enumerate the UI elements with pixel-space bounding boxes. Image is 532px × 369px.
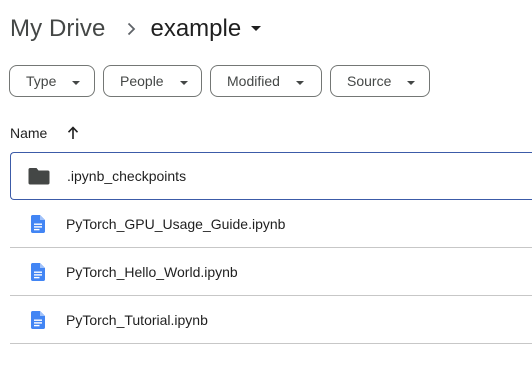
breadcrumb-my-drive[interactable]: My Drive bbox=[10, 15, 105, 43]
document-icon bbox=[10, 310, 66, 329]
file-name: .ipynb_checkpoints bbox=[67, 168, 187, 184]
file-row[interactable]: .ipynb_checkpoints bbox=[10, 152, 532, 200]
file-list: .ipynb_checkpoints PyTorch_GPU_Usage_Gui… bbox=[10, 152, 532, 344]
modified-filter-chip[interactable]: Modified bbox=[210, 65, 322, 97]
file-row[interactable]: PyTorch_GPU_Usage_Guide.ipynb bbox=[10, 200, 532, 248]
file-name: PyTorch_Tutorial.ipynb bbox=[66, 311, 208, 328]
document-icon bbox=[10, 262, 66, 281]
file-row[interactable]: PyTorch_Tutorial.ipynb bbox=[10, 296, 532, 344]
caret-down-icon bbox=[179, 73, 188, 89]
sort-ascending-icon[interactable] bbox=[67, 126, 79, 140]
name-column-header[interactable]: Name bbox=[10, 125, 47, 141]
file-row[interactable]: PyTorch_Hello_World.ipynb bbox=[10, 248, 532, 296]
caret-down-icon bbox=[72, 73, 81, 89]
drive-file-list-page: My Drive example Type People Modified So… bbox=[0, 0, 532, 369]
people-filter-chip[interactable]: People bbox=[103, 65, 202, 97]
breadcrumb-current-label: example bbox=[150, 15, 242, 42]
caret-down-icon bbox=[295, 73, 304, 89]
folder-icon bbox=[11, 167, 67, 185]
document-icon bbox=[10, 214, 66, 233]
caret-down-icon bbox=[407, 73, 416, 89]
list-header: Name bbox=[10, 120, 79, 146]
chip-label: Modified bbox=[227, 73, 280, 89]
caret-down-icon bbox=[251, 26, 262, 32]
chip-label: Source bbox=[347, 73, 392, 89]
breadcrumb-current-folder-button[interactable]: example bbox=[150, 15, 262, 43]
type-filter-chip[interactable]: Type bbox=[9, 65, 95, 97]
chip-label: People bbox=[120, 73, 164, 89]
source-filter-chip[interactable]: Source bbox=[330, 65, 430, 97]
breadcrumb: My Drive example bbox=[10, 11, 262, 47]
chip-label: Type bbox=[26, 73, 57, 89]
chevron-right-icon bbox=[127, 22, 136, 36]
file-name: PyTorch_GPU_Usage_Guide.ipynb bbox=[66, 215, 286, 232]
file-name: PyTorch_Hello_World.ipynb bbox=[66, 263, 238, 280]
filter-chips: Type People Modified Source bbox=[9, 65, 430, 97]
